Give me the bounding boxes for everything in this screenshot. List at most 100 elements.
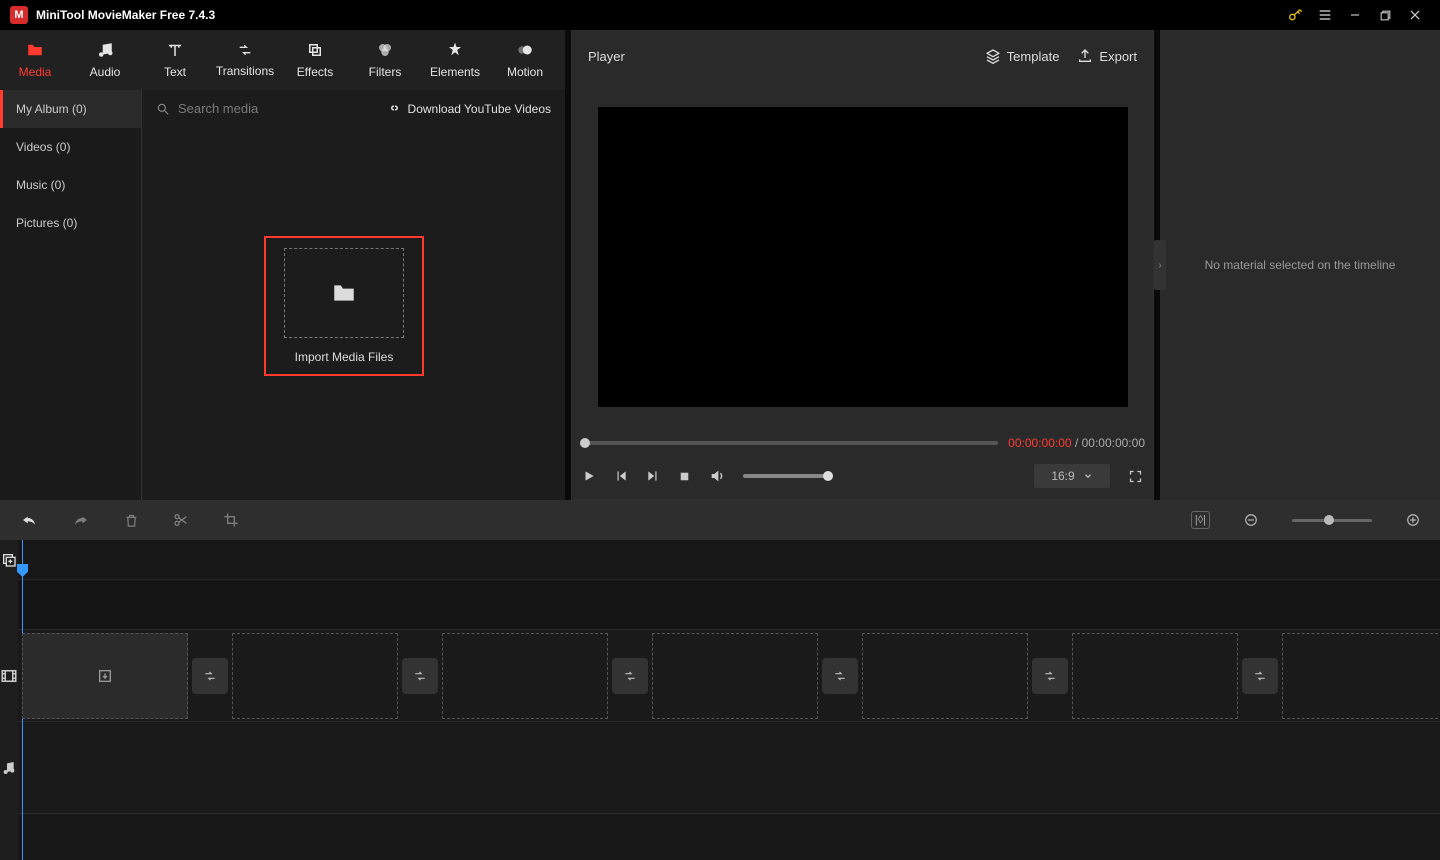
sidebar-item-my-album[interactable]: My Album (0) [0, 90, 141, 128]
sidebar-item-music[interactable]: Music (0) [0, 166, 141, 204]
aspect-ratio-select[interactable]: 16:9 [1034, 464, 1110, 488]
clip-slot[interactable] [1072, 633, 1238, 719]
clip-slot[interactable] [232, 633, 398, 719]
download-icon [97, 668, 113, 684]
music-note-icon [96, 41, 114, 59]
app-logo: M [10, 6, 28, 24]
clip-slot[interactable] [1282, 633, 1440, 719]
tab-label: Motion [507, 65, 543, 79]
media-panel: Media Audio Text Transitions Effects Fil… [0, 30, 565, 500]
motion-icon [516, 41, 534, 59]
redo-button[interactable] [72, 512, 90, 528]
tab-label: Audio [90, 65, 121, 79]
panel-collapse-handle[interactable]: › [1154, 240, 1166, 290]
stop-button[interactable] [678, 470, 691, 483]
upgrade-key-icon[interactable] [1280, 0, 1310, 30]
add-track-button[interactable] [0, 540, 18, 580]
template-label: Template [1007, 49, 1060, 64]
tab-elements[interactable]: Elements [422, 32, 488, 88]
undo-button[interactable] [20, 512, 38, 528]
main-tabbar: Media Audio Text Transitions Effects Fil… [0, 30, 565, 90]
time-separator: / [1072, 436, 1082, 450]
tab-filters[interactable]: Filters [352, 32, 418, 88]
search-icon [156, 102, 170, 116]
transition-slot[interactable] [192, 658, 228, 694]
video-track[interactable] [18, 630, 1440, 722]
folder-icon [25, 41, 45, 59]
template-icon [985, 48, 1001, 64]
timeline-fit-button[interactable]: |◊| [1191, 511, 1210, 529]
filters-icon [376, 41, 394, 59]
transition-slot[interactable] [1032, 658, 1068, 694]
export-label: Export [1099, 49, 1137, 64]
tab-audio[interactable]: Audio [72, 32, 138, 88]
sidebar-item-videos[interactable]: Videos (0) [0, 128, 141, 166]
seek-slider[interactable] [580, 441, 998, 445]
text-icon [165, 41, 185, 59]
minimize-button[interactable] [1340, 0, 1370, 30]
tab-media[interactable]: Media [2, 32, 68, 88]
import-media-button[interactable]: Import Media Files [264, 236, 424, 376]
audio-track-icon [0, 722, 18, 814]
elements-icon [446, 41, 464, 59]
fullscreen-button[interactable] [1128, 469, 1143, 484]
transition-slot[interactable] [1242, 658, 1278, 694]
inspector-empty-message: No material selected on the timeline [1205, 258, 1396, 272]
titlebar: M MiniTool MovieMaker Free 7.4.3 [0, 0, 1440, 30]
transition-slot[interactable] [822, 658, 858, 694]
prev-frame-button[interactable] [614, 469, 628, 483]
next-frame-button[interactable] [646, 469, 660, 483]
chevron-down-icon [1083, 471, 1093, 481]
transition-slot[interactable] [402, 658, 438, 694]
import-dropzone [284, 248, 404, 338]
timeline-ruler[interactable] [18, 540, 1440, 580]
zoom-slider[interactable] [1292, 519, 1372, 522]
tab-motion[interactable]: Motion [492, 32, 558, 88]
total-time: 00:00:00:00 [1082, 436, 1145, 450]
transition-slot[interactable] [612, 658, 648, 694]
play-button[interactable] [582, 469, 596, 483]
menu-icon[interactable] [1310, 0, 1340, 30]
download-link-label: Download YouTube Videos [408, 102, 551, 116]
tab-label: Transitions [216, 64, 274, 78]
export-icon [1077, 48, 1093, 64]
inspector-panel: › No material selected on the timeline [1160, 30, 1440, 500]
clip-slot[interactable] [442, 633, 608, 719]
tab-text[interactable]: Text [142, 32, 208, 88]
search-input[interactable] [178, 101, 387, 116]
maximize-button[interactable] [1370, 0, 1400, 30]
zoom-out-button[interactable] [1244, 513, 1258, 527]
tab-transitions[interactable]: Transitions [212, 32, 278, 88]
timeline-tracks[interactable] [18, 540, 1440, 860]
delete-button[interactable] [124, 512, 139, 529]
clip-slot[interactable] [862, 633, 1028, 719]
crop-button[interactable] [223, 512, 239, 528]
tab-effects[interactable]: Effects [282, 32, 348, 88]
template-button[interactable]: Template [985, 48, 1060, 64]
export-button[interactable]: Export [1077, 48, 1137, 64]
aspect-label: 16:9 [1051, 469, 1074, 483]
app-title: MiniTool MovieMaker Free 7.4.3 [36, 8, 1280, 22]
close-button[interactable] [1400, 0, 1430, 30]
audio-track[interactable] [18, 722, 1440, 814]
clip-slot[interactable] [22, 633, 188, 719]
player-panel: Player Template Export 00:00:00:00 / 00:… [571, 30, 1154, 500]
tab-label: Elements [430, 65, 480, 79]
volume-slider[interactable] [743, 474, 833, 478]
link-icon [387, 103, 402, 115]
preview-area [572, 81, 1153, 433]
clip-slot[interactable] [652, 633, 818, 719]
tab-label: Text [164, 65, 186, 79]
volume-button[interactable] [709, 468, 725, 484]
timecode: 00:00:00:00 / 00:00:00:00 [1008, 436, 1145, 450]
sidebar-item-pictures[interactable]: Pictures (0) [0, 204, 141, 242]
download-youtube-link[interactable]: Download YouTube Videos [387, 102, 551, 116]
split-button[interactable] [173, 512, 189, 528]
folder-icon [329, 280, 359, 306]
tab-label: Filters [369, 65, 402, 79]
preview-canvas [598, 107, 1128, 407]
import-label: Import Media Files [295, 350, 394, 364]
effects-icon [306, 41, 324, 59]
zoom-in-button[interactable] [1406, 513, 1420, 527]
tab-label: Media [19, 65, 52, 79]
